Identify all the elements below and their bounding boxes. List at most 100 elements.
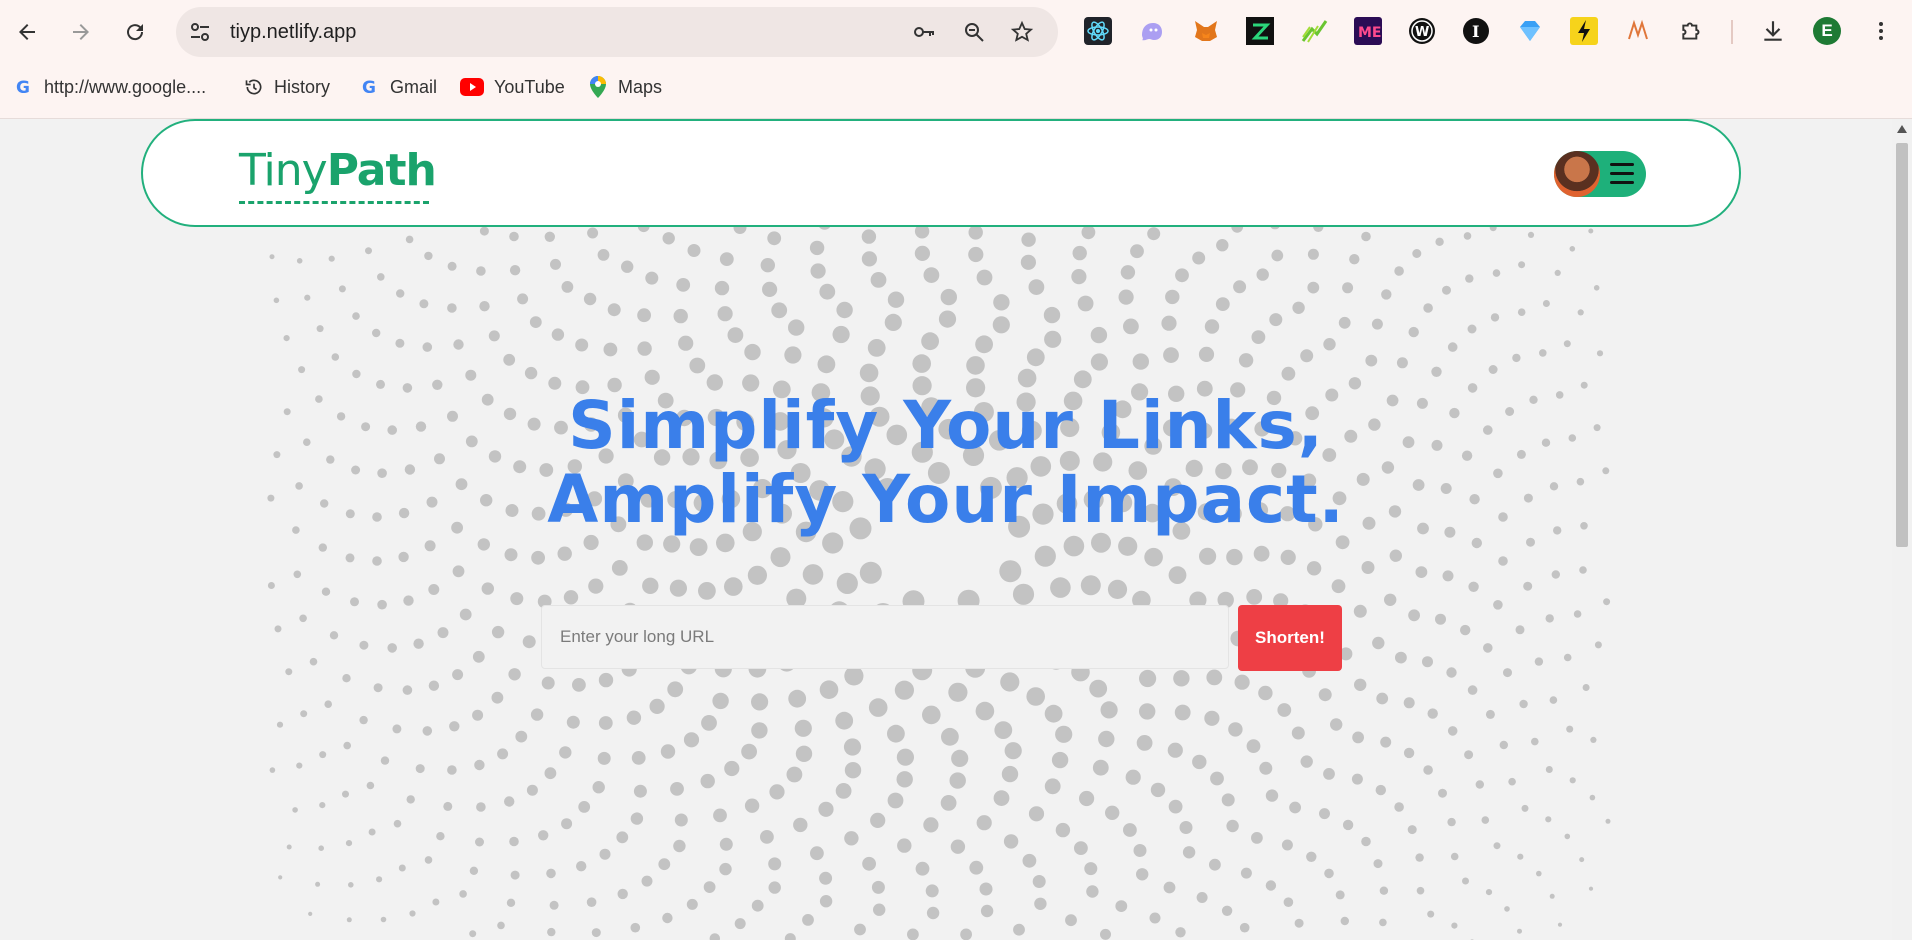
background-dot	[1174, 704, 1191, 721]
i-extension-icon[interactable]: I	[1461, 16, 1491, 46]
background-dot	[1460, 624, 1471, 636]
background-dot	[324, 700, 333, 708]
zoom-icon[interactable]	[962, 20, 986, 44]
background-dot	[1373, 859, 1383, 869]
address-bar[interactable]: tiyp.netlify.app	[176, 7, 1058, 57]
background-dot	[941, 727, 959, 746]
site-info-icon[interactable]	[188, 20, 212, 44]
forward-button[interactable]	[61, 12, 101, 52]
user-menu-toggle[interactable]	[1554, 151, 1646, 197]
background-dot	[398, 551, 409, 563]
background-dot	[1221, 793, 1235, 807]
background-dot	[1004, 742, 1022, 760]
site-logo[interactable]: TinyPath	[239, 145, 437, 196]
background-dot	[1300, 349, 1314, 363]
back-button[interactable]	[7, 12, 47, 52]
background-dot	[603, 342, 618, 357]
key-icon[interactable]	[912, 20, 936, 44]
z-extension-icon[interactable]	[1245, 16, 1275, 46]
background-dot	[315, 881, 321, 887]
bookmark-history[interactable]: History	[244, 64, 330, 110]
background-dot	[844, 831, 859, 846]
diamond-extension-icon[interactable]	[1515, 16, 1545, 46]
background-dot	[1175, 927, 1186, 938]
background-dot	[734, 918, 746, 930]
background-dot	[768, 881, 781, 894]
bookmark-star-icon[interactable]	[1010, 20, 1034, 44]
background-dot	[960, 928, 972, 940]
background-dot	[1130, 244, 1144, 259]
background-dot	[1283, 897, 1294, 907]
background-dot	[1403, 697, 1415, 709]
bookmark-gmail[interactable]: G Gmail	[360, 64, 437, 110]
background-dot	[522, 635, 536, 649]
chart-extension-icon[interactable]	[1299, 16, 1329, 46]
react-devtools-icon[interactable]	[1083, 16, 1113, 46]
background-dot	[561, 818, 573, 830]
background-dot	[923, 267, 940, 283]
background-dot	[617, 888, 628, 900]
background-dot	[398, 864, 406, 872]
background-dot	[372, 328, 381, 338]
background-dot	[1228, 722, 1243, 737]
background-dot	[529, 316, 542, 328]
background-dot	[1582, 684, 1590, 691]
bookmark-maps[interactable]: Maps	[588, 64, 662, 110]
background-dot	[406, 795, 415, 804]
reload-button[interactable]	[115, 12, 155, 52]
background-dot	[887, 291, 905, 308]
background-dot	[1408, 326, 1419, 338]
metamask-icon[interactable]	[1191, 16, 1221, 46]
background-dot	[1531, 737, 1539, 746]
bolt-extension-icon[interactable]	[1569, 16, 1599, 46]
background-dot	[1277, 703, 1292, 717]
background-dot	[1527, 231, 1535, 238]
background-dot	[1044, 330, 1062, 348]
background-dot	[497, 748, 509, 760]
me-extension-icon[interactable]: ME	[1353, 16, 1383, 46]
background-dot	[1361, 561, 1375, 574]
background-dot	[676, 278, 691, 292]
download-icon[interactable]	[1758, 16, 1788, 46]
background-dot	[674, 813, 688, 827]
background-dot	[1259, 761, 1273, 775]
kebab-menu-icon[interactable]	[1866, 16, 1896, 46]
background-dot	[859, 561, 882, 584]
hamburger-menu-icon[interactable]	[1610, 163, 1634, 185]
background-dot	[377, 273, 385, 281]
background-dot	[1407, 825, 1417, 835]
background-dot	[320, 499, 329, 508]
bookmark-youtube[interactable]: YouTube	[460, 64, 565, 110]
background-dot	[662, 912, 673, 924]
background-dot	[1253, 545, 1270, 562]
background-dot	[283, 335, 290, 342]
long-url-input[interactable]	[541, 605, 1229, 669]
n-extension-icon[interactable]	[1623, 16, 1653, 46]
background-dot	[422, 726, 433, 736]
profile-avatar[interactable]: E	[1812, 16, 1842, 46]
background-dot	[1163, 881, 1176, 894]
background-dot	[557, 546, 572, 561]
bookmark-google[interactable]: G http://www.google....	[14, 64, 206, 110]
background-dot	[415, 764, 425, 774]
background-dot	[1028, 806, 1045, 822]
background-dot	[1074, 841, 1088, 855]
puzzle-icon[interactable]	[1677, 16, 1707, 46]
shorten-button[interactable]: Shorten!	[1238, 605, 1342, 671]
scroll-thumb[interactable]	[1896, 143, 1908, 547]
scroll-up-arrow-icon[interactable]	[1897, 125, 1907, 133]
w-extension-icon[interactable]: W	[1407, 16, 1437, 46]
toolbar-divider	[1731, 20, 1733, 44]
background-dot	[286, 844, 292, 850]
background-dot	[1204, 319, 1220, 334]
background-dot	[1065, 914, 1077, 927]
background-dot	[1493, 842, 1501, 850]
ghost-icon[interactable]	[1137, 16, 1167, 46]
url-text[interactable]: tiyp.netlify.app	[230, 7, 356, 57]
background-dot	[424, 251, 433, 261]
background-dot	[884, 313, 902, 331]
page-scrollbar[interactable]	[1892, 119, 1912, 940]
background-dot	[802, 914, 814, 926]
user-avatar[interactable]	[1554, 151, 1600, 197]
background-dot	[434, 453, 445, 465]
